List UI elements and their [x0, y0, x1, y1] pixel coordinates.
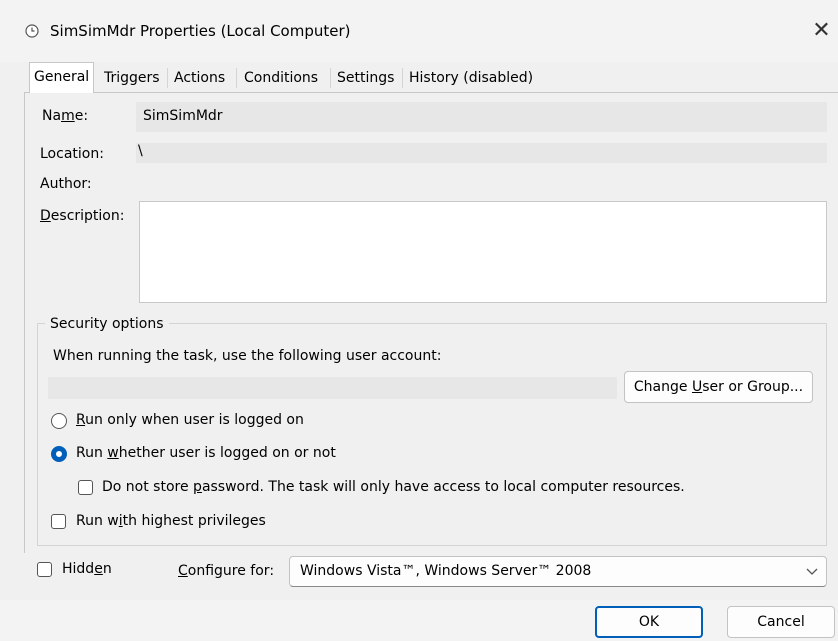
location-field: \ [136, 143, 827, 163]
account-prompt: When running the task, use the following… [53, 348, 442, 364]
tab-general[interactable]: General [29, 62, 95, 93]
hidden-checkbox[interactable] [37, 562, 52, 577]
author-label: Author: [40, 176, 92, 192]
change-user-or-group-button[interactable]: Change User or Group... [624, 371, 813, 403]
name-field[interactable]: SimSimMdr [136, 102, 827, 132]
clock-icon [25, 24, 39, 38]
tab-conditions[interactable]: Conditions [240, 64, 322, 92]
description-textarea[interactable] [139, 201, 827, 303]
run-only-logged-on-label[interactable]: Run only when user is logged on [76, 412, 304, 428]
location-label: Location: [40, 146, 104, 162]
chevron-down-icon [806, 568, 818, 575]
description-label: Description: [40, 208, 125, 224]
tab-actions[interactable]: Actions [170, 64, 229, 92]
tab-settings[interactable]: Settings [333, 64, 398, 92]
run-whether-logged-on-radio[interactable] [51, 446, 67, 462]
run-whether-logged-on-label[interactable]: Run whether user is logged on or not [76, 445, 336, 461]
hidden-label[interactable]: Hidden [62, 561, 112, 577]
run-highest-privileges-checkbox[interactable] [51, 514, 66, 529]
configure-for-label: Configure for: [178, 563, 275, 579]
do-not-store-password-checkbox[interactable] [78, 480, 93, 495]
window-title: SimSimMdr Properties (Local Computer) [50, 22, 351, 40]
cancel-button[interactable]: Cancel [727, 606, 835, 638]
do-not-store-password-label[interactable]: Do not store password. The task will onl… [102, 479, 685, 495]
name-label: Name: [42, 108, 89, 124]
tab-triggers[interactable]: Triggers [100, 64, 164, 92]
security-options-legend: Security options [45, 316, 169, 332]
tab-history[interactable]: History (disabled) [405, 64, 537, 92]
button-strip [0, 600, 838, 641]
user-account-field [48, 377, 617, 399]
run-highest-privileges-label[interactable]: Run with highest privileges [76, 513, 266, 529]
close-icon[interactable]: ✕ [805, 14, 838, 48]
run-only-logged-on-radio[interactable] [51, 413, 67, 429]
ok-button[interactable]: OK [595, 606, 703, 638]
configure-for-select[interactable]: Windows Vista™, Windows Server™ 2008 [289, 556, 827, 587]
configure-for-value: Windows Vista™, Windows Server™ 2008 [300, 563, 592, 579]
